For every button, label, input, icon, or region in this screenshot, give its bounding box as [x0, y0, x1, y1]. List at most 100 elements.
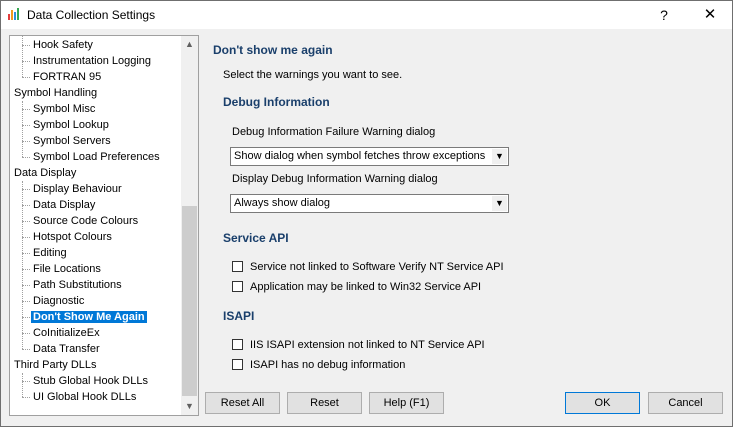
close-button[interactable]: ✕ [687, 1, 732, 29]
tree-item[interactable]: Hook Safety [31, 37, 95, 53]
app-icon [8, 8, 19, 20]
tree-item[interactable]: Data Display [31, 197, 97, 213]
tree-item-label: UI Global Hook DLLs [33, 391, 137, 403]
tree-item[interactable]: Symbol Lookup [31, 117, 111, 133]
tree-connector [22, 317, 30, 318]
tree-item-label: Symbol Load Preferences [33, 151, 160, 163]
tree-item[interactable]: File Locations [31, 261, 103, 277]
scroll-thumb[interactable] [182, 206, 197, 396]
tree-item[interactable]: FORTRAN 95 [31, 69, 103, 85]
tree-item[interactable]: Instrumentation Logging [31, 53, 153, 69]
tree-item[interactable]: Source Code Colours [31, 213, 140, 229]
tree-item[interactable]: Path Substitutions [31, 277, 124, 293]
chevron-down-icon[interactable]: ▼ [492, 196, 507, 211]
tree-connector [22, 285, 30, 286]
debug-failure-value: Show dialog when symbol fetches throw ex… [234, 150, 486, 162]
isapi-heading: ISAPI [223, 309, 255, 323]
tree-item-label: Third Party DLLs [14, 359, 97, 371]
tree-connector [22, 237, 30, 238]
tree-item-label: Hotspot Colours [33, 231, 112, 243]
settings-tree[interactable]: Hook Safety Instrumentation Logging FORTRA… [9, 35, 199, 416]
tree-connector [22, 349, 30, 350]
tree-connector [22, 373, 23, 397]
service-check-2-label[interactable]: Application may be linked to Win32 Servi… [250, 281, 481, 293]
panel-title: Don't show me again [213, 43, 333, 57]
scroll-up-icon[interactable]: ▲ [181, 36, 198, 53]
tree-connector [22, 157, 30, 158]
tree-item[interactable]: Editing [31, 245, 69, 261]
tree-connector [22, 61, 30, 62]
tree-item-label: CoInitializeEx [33, 327, 100, 339]
tree-connector [22, 77, 30, 78]
tree-connector [22, 45, 30, 46]
tree-item-label: Instrumentation Logging [33, 55, 152, 67]
service-check-1[interactable] [232, 261, 243, 272]
chevron-down-icon[interactable]: ▼ [492, 149, 507, 164]
tree-item[interactable]: Don't Show Me Again [31, 309, 147, 325]
tree-connector [22, 125, 30, 126]
tree-connector [22, 333, 30, 334]
tree-item-label: Data Display [33, 199, 96, 211]
tree-item[interactable]: Symbol Load Preferences [31, 149, 162, 165]
title-bar: Data Collection Settings ? ✕ [1, 1, 732, 29]
tree-item[interactable]: Symbol Misc [31, 101, 97, 117]
tree-connector [22, 301, 30, 302]
tree-item-label: Data Display [14, 167, 77, 179]
ok-button[interactable]: OK [565, 392, 640, 414]
tree-item-label: Symbol Misc [33, 103, 96, 115]
tree-connector [22, 253, 30, 254]
tree-item[interactable]: Diagnostic [31, 293, 86, 309]
tree-connector [22, 141, 30, 142]
tree-item[interactable]: Symbol Handling [12, 85, 99, 101]
service-check-2[interactable] [232, 281, 243, 292]
isapi-check-1[interactable] [232, 339, 243, 350]
tree-connector [22, 205, 30, 206]
tree-connector [22, 36, 23, 77]
tree-item[interactable]: Stub Global Hook DLLs [31, 373, 150, 389]
reset-button[interactable]: Reset [287, 392, 362, 414]
isapi-check-1-label[interactable]: IIS ISAPI extension not linked to NT Ser… [250, 339, 485, 351]
tree-connector [22, 109, 30, 110]
tree-item-label: Path Substitutions [33, 279, 122, 291]
isapi-check-2-label[interactable]: ISAPI has no debug information [250, 359, 405, 371]
window-title: Data Collection Settings [27, 8, 156, 22]
tree-item[interactable]: Data Display [12, 165, 78, 181]
tree-scrollbar[interactable]: ▲ ▼ [181, 36, 198, 415]
tree-connector [22, 181, 23, 349]
tree-item[interactable]: Data Transfer [31, 341, 102, 357]
tree-item-label: Symbol Servers [33, 135, 111, 147]
settings-window: Data Collection Settings ? ✕ Hook Safety… [0, 0, 733, 427]
service-api-heading: Service API [223, 231, 289, 245]
help-f1-button[interactable]: Help (F1) [369, 392, 444, 414]
tree-item[interactable]: Symbol Servers [31, 133, 113, 149]
scroll-down-icon[interactable]: ▼ [181, 398, 198, 415]
intro-text: Select the warnings you want to see. [223, 69, 403, 81]
reset-all-button[interactable]: Reset All [205, 392, 280, 414]
cancel-button[interactable]: Cancel [648, 392, 723, 414]
tree-item[interactable]: Third Party DLLs [12, 357, 99, 373]
tree-item[interactable]: Display Behaviour [31, 181, 124, 197]
tree-connector [22, 269, 30, 270]
tree-item-label: Data Transfer [33, 343, 100, 355]
debug-failure-select[interactable]: Show dialog when symbol fetches throw ex… [230, 147, 509, 166]
debug-display-select[interactable]: Always show dialog ▼ [230, 194, 509, 213]
tree-connector [22, 381, 30, 382]
service-check-1-label[interactable]: Service not linked to Software Verify NT… [250, 261, 504, 273]
tree-item-label: Diagnostic [33, 295, 85, 307]
tree-item[interactable]: CoInitializeEx [31, 325, 102, 341]
tree-item-label: Stub Global Hook DLLs [33, 375, 148, 387]
tree-item-label: Hook Safety [33, 39, 93, 51]
tree-connector [22, 101, 23, 157]
tree-item[interactable]: Hotspot Colours [31, 229, 114, 245]
tree-item-label: File Locations [33, 263, 101, 275]
tree-item-label: Source Code Colours [33, 215, 139, 227]
debug-info-heading: Debug Information [223, 95, 330, 109]
tree-item[interactable]: UI Global Hook DLLs [31, 389, 138, 405]
tree-item-label: FORTRAN 95 [33, 71, 102, 83]
debug-display-label: Display Debug Information Warning dialog [232, 173, 438, 185]
tree-connector [22, 189, 30, 190]
help-button[interactable]: ? [641, 1, 687, 29]
tree-item-label: Display Behaviour [33, 183, 122, 195]
isapi-check-2[interactable] [232, 359, 243, 370]
tree-connector [22, 221, 30, 222]
